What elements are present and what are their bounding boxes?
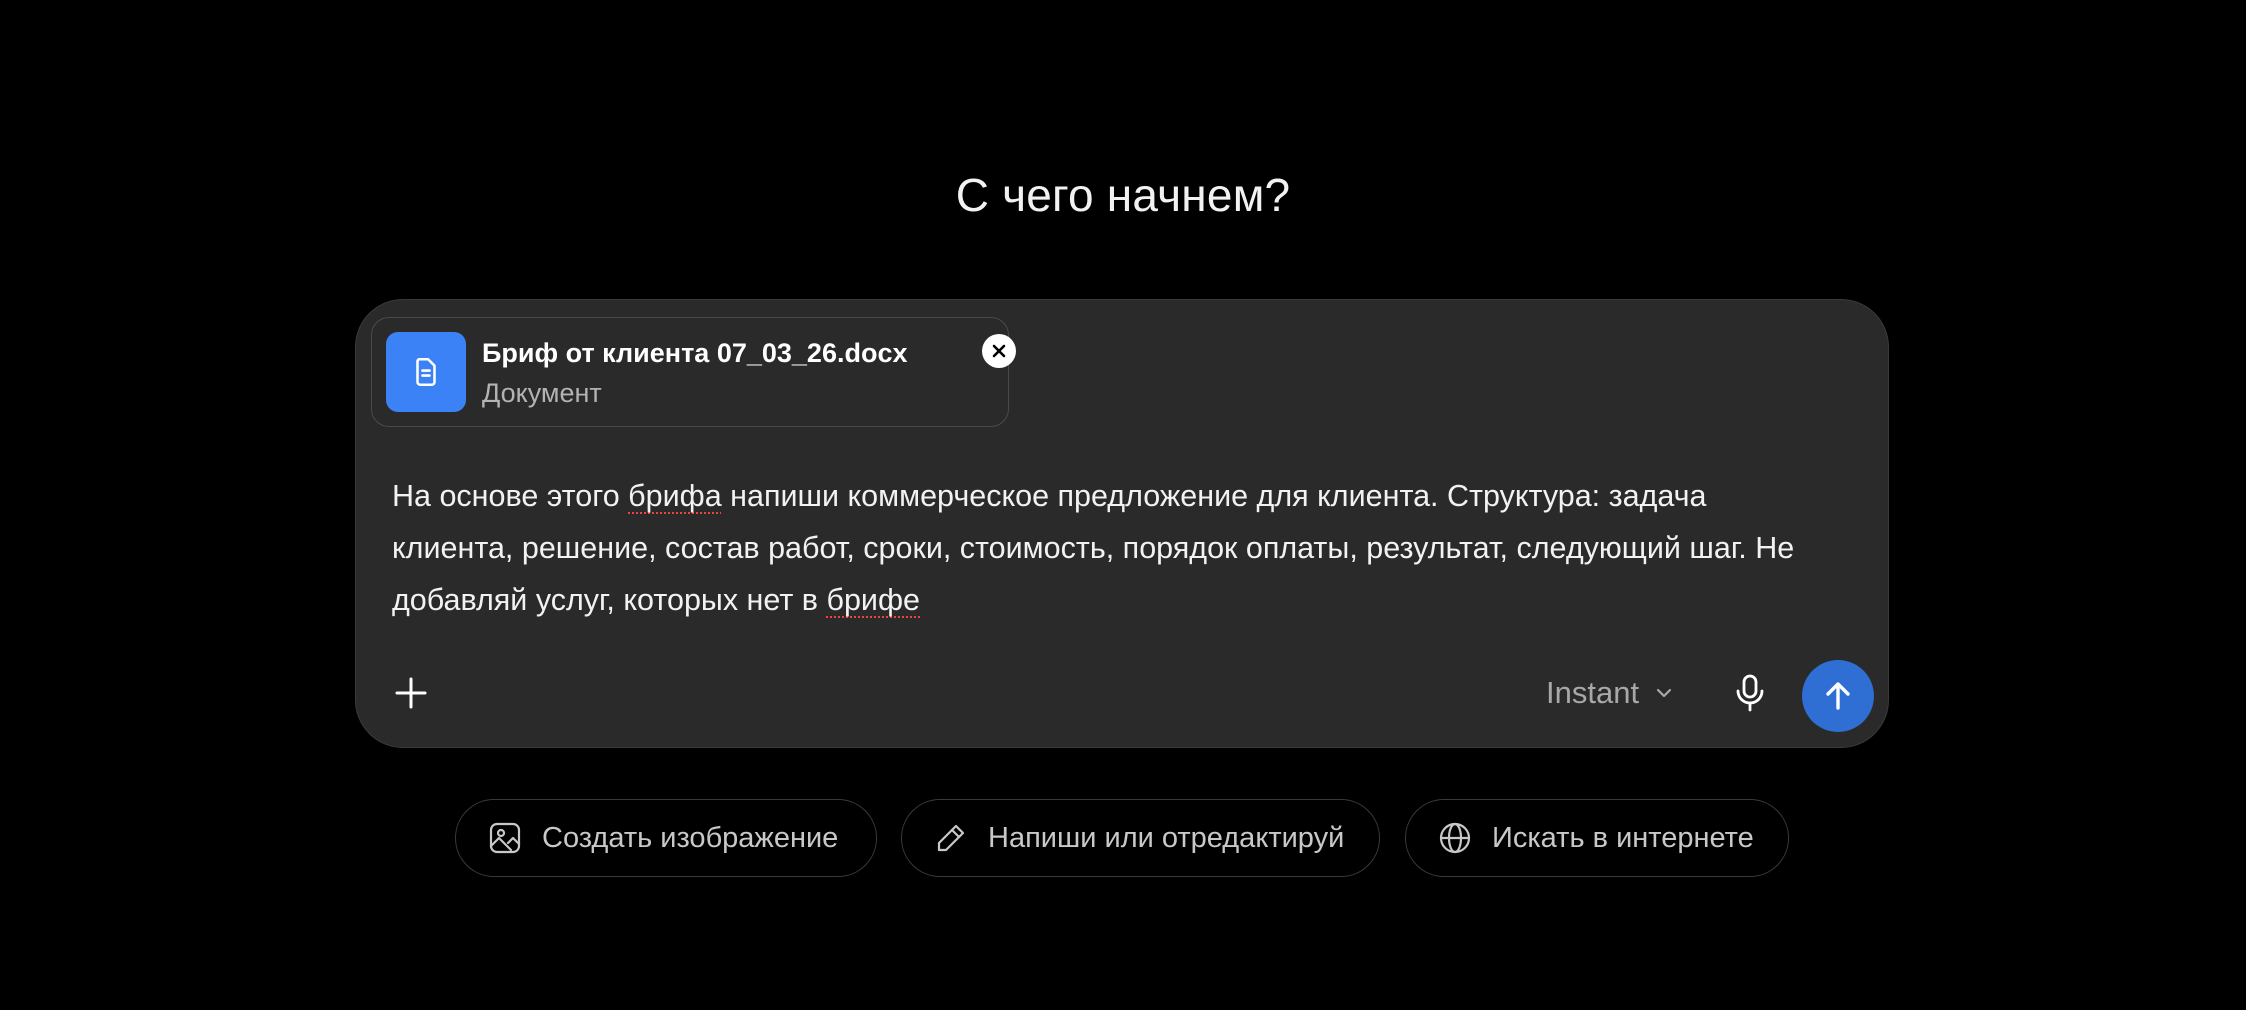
voice-input-button[interactable] (1726, 669, 1774, 717)
chevron-down-icon (1656, 688, 1672, 698)
pencil-icon (937, 824, 965, 852)
misspelled-word: брифа (628, 479, 722, 513)
message-composer: Бриф от клиента 07_03_26.docx Документ Н… (355, 299, 1889, 748)
suggestion-label: Напиши или отредактируй (988, 821, 1345, 854)
attachment-file-type: Документ (482, 378, 602, 408)
suggestion-label: Создать изображение (542, 821, 839, 854)
plus-icon (395, 677, 427, 709)
prompt-text: На основе этого (392, 479, 629, 513)
send-button[interactable] (1802, 660, 1874, 732)
microphone-icon (1736, 674, 1764, 712)
remove-attachment-button[interactable] (982, 334, 1016, 368)
prompt-input[interactable]: На основе этого брифа напиши коммерческо… (392, 470, 1832, 626)
close-icon (992, 344, 1006, 358)
model-label: Instant (1546, 675, 1640, 710)
arrow-up-icon (1826, 682, 1850, 710)
misspelled-word: брифе (826, 583, 920, 617)
suggestion-write-edit[interactable]: Напиши или отредактируй (901, 799, 1380, 877)
attachment-file-name: Бриф от клиента 07_03_26.docx (482, 338, 908, 368)
attachment-card[interactable]: Бриф от клиента 07_03_26.docx Документ (371, 317, 1016, 427)
add-attachment-button[interactable] (388, 670, 434, 716)
page-title: С чего начнем? (955, 169, 1291, 221)
suggestion-web-search[interactable]: Искать в интернете (1405, 799, 1789, 877)
globe-icon (1439, 822, 1471, 854)
suggestion-label: Искать в интернете (1492, 821, 1754, 854)
image-icon (489, 822, 521, 854)
model-selector[interactable]: Instant (1546, 670, 1675, 716)
document-icon (386, 332, 466, 412)
suggestion-create-image[interactable]: Создать изображение (455, 799, 877, 877)
